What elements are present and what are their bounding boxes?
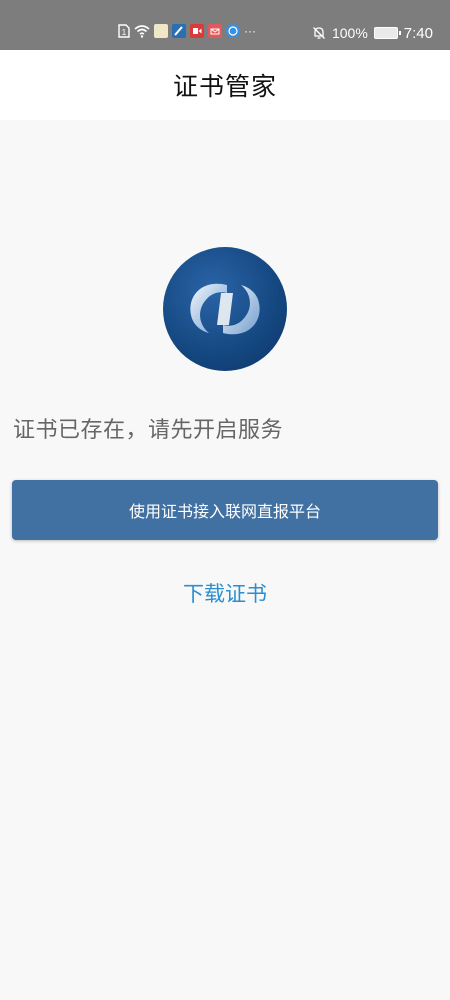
sim-icon: 1	[118, 24, 130, 38]
certificate-logo-icon	[163, 247, 287, 371]
page-title: 证书管家	[172, 72, 277, 101]
wifi-icon	[134, 24, 150, 38]
pen-icon	[172, 24, 186, 38]
download-certificate-link[interactable]: 下载证书	[0, 578, 450, 608]
status-right: 100% 7:40	[312, 24, 433, 42]
connect-platform-button[interactable]: 使用证书接入联网直报平台	[12, 480, 438, 540]
app-notification-icon	[154, 24, 168, 38]
status-message: 证书已存在，请先开启服务	[13, 418, 284, 443]
globe-icon	[226, 24, 240, 38]
status-overflow: ···	[244, 24, 256, 38]
bell-off-icon	[313, 27, 325, 39]
mail-icon	[208, 24, 222, 38]
battery-percent: 100%	[331, 25, 368, 41]
status-icons: 1 ···	[118, 24, 256, 38]
battery-icon	[373, 27, 401, 39]
status-time: 7:40	[403, 24, 433, 42]
status-bar: 1 ··· 100% 7:40	[0, 0, 450, 50]
app-bar: 证书管家	[0, 50, 450, 120]
svg-text:1: 1	[122, 28, 127, 37]
video-icon	[190, 24, 204, 38]
